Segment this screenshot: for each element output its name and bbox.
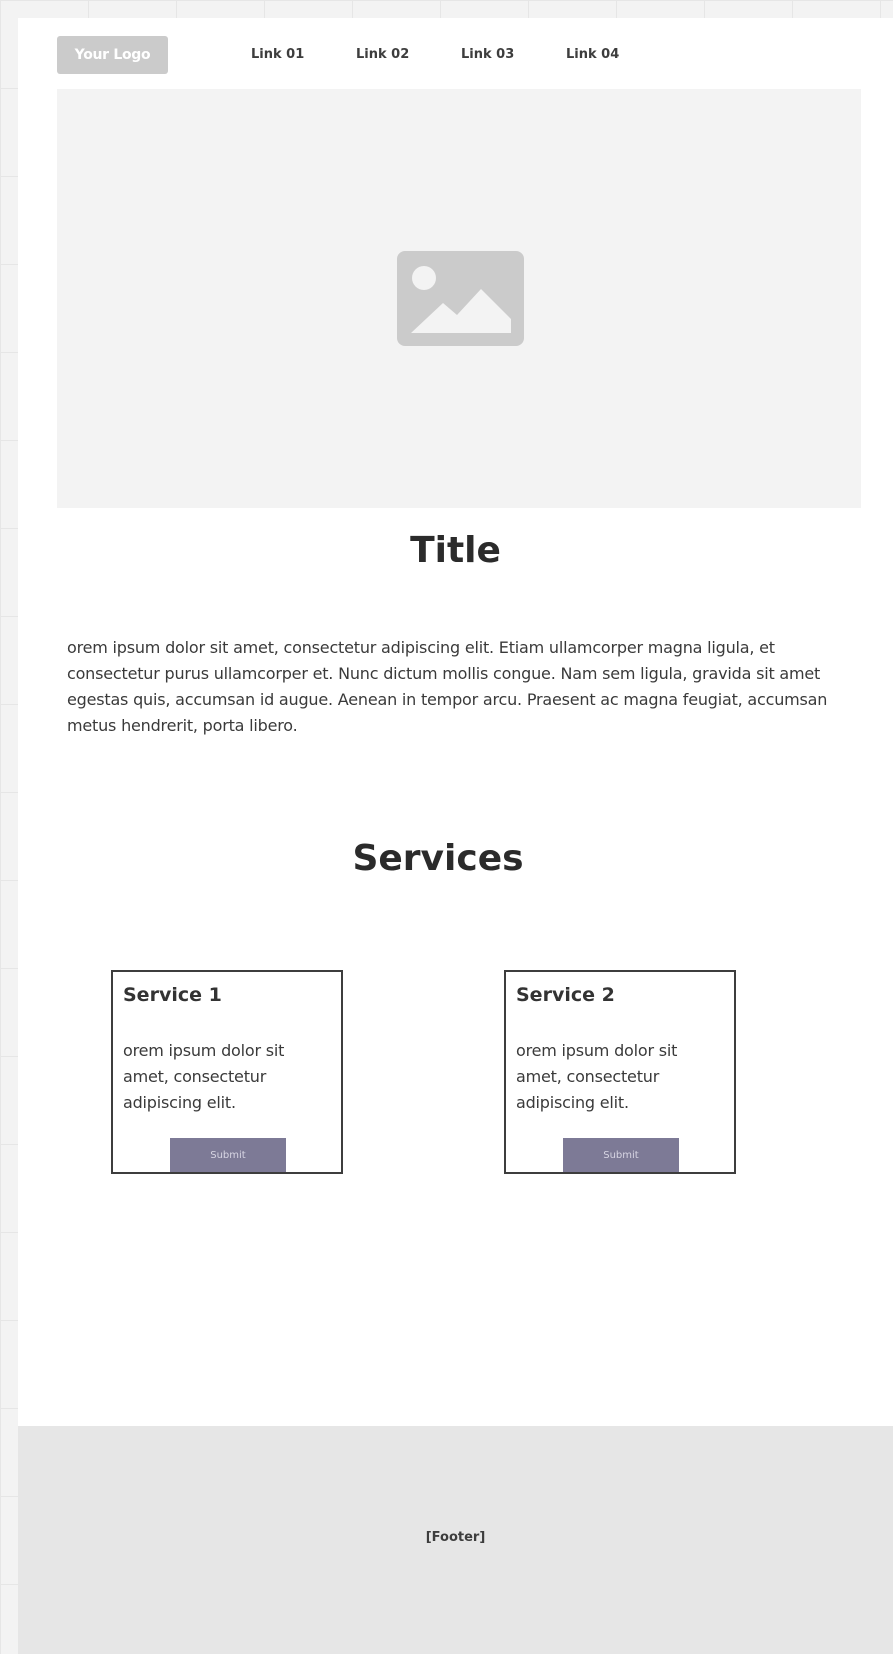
submit-button-service-1[interactable]: Submit (170, 1138, 286, 1172)
intro-paragraph: orem ipsum dolor sit amet, consectetur a… (67, 638, 828, 735)
service-card-1: Service 1 orem ipsum dolor sit amet, con… (111, 970, 343, 1174)
service-card-text: orem ipsum dolor sit amet, consectetur a… (516, 1041, 678, 1112)
image-placeholder-icon (397, 251, 524, 346)
service-card-text: orem ipsum dolor sit amet, consectetur a… (123, 1041, 285, 1112)
footer-text: [Footer] (425, 1530, 486, 1545)
service-card-title: Service 1 (123, 984, 222, 1006)
footer: [Footer] (18, 1426, 893, 1654)
service-card-2: Service 2 orem ipsum dolor sit amet, con… (504, 970, 736, 1174)
logo[interactable]: Your Logo (57, 36, 168, 74)
nav-link-03[interactable]: Link 03 (461, 36, 514, 74)
services-title: Services (352, 838, 524, 879)
nav-link-04[interactable]: Link 04 (566, 36, 619, 74)
nav-link-01[interactable]: Link 01 (251, 36, 304, 74)
page-artboard: Your Logo Link 01 Link 02 Link 03 Link 0… (18, 18, 893, 1654)
service-card-title: Service 2 (516, 984, 615, 1006)
submit-button-service-2[interactable]: Submit (563, 1138, 679, 1172)
nav-link-02[interactable]: Link 02 (356, 36, 409, 74)
hero-image-placeholder (57, 89, 861, 508)
page-title: Title (410, 530, 501, 571)
